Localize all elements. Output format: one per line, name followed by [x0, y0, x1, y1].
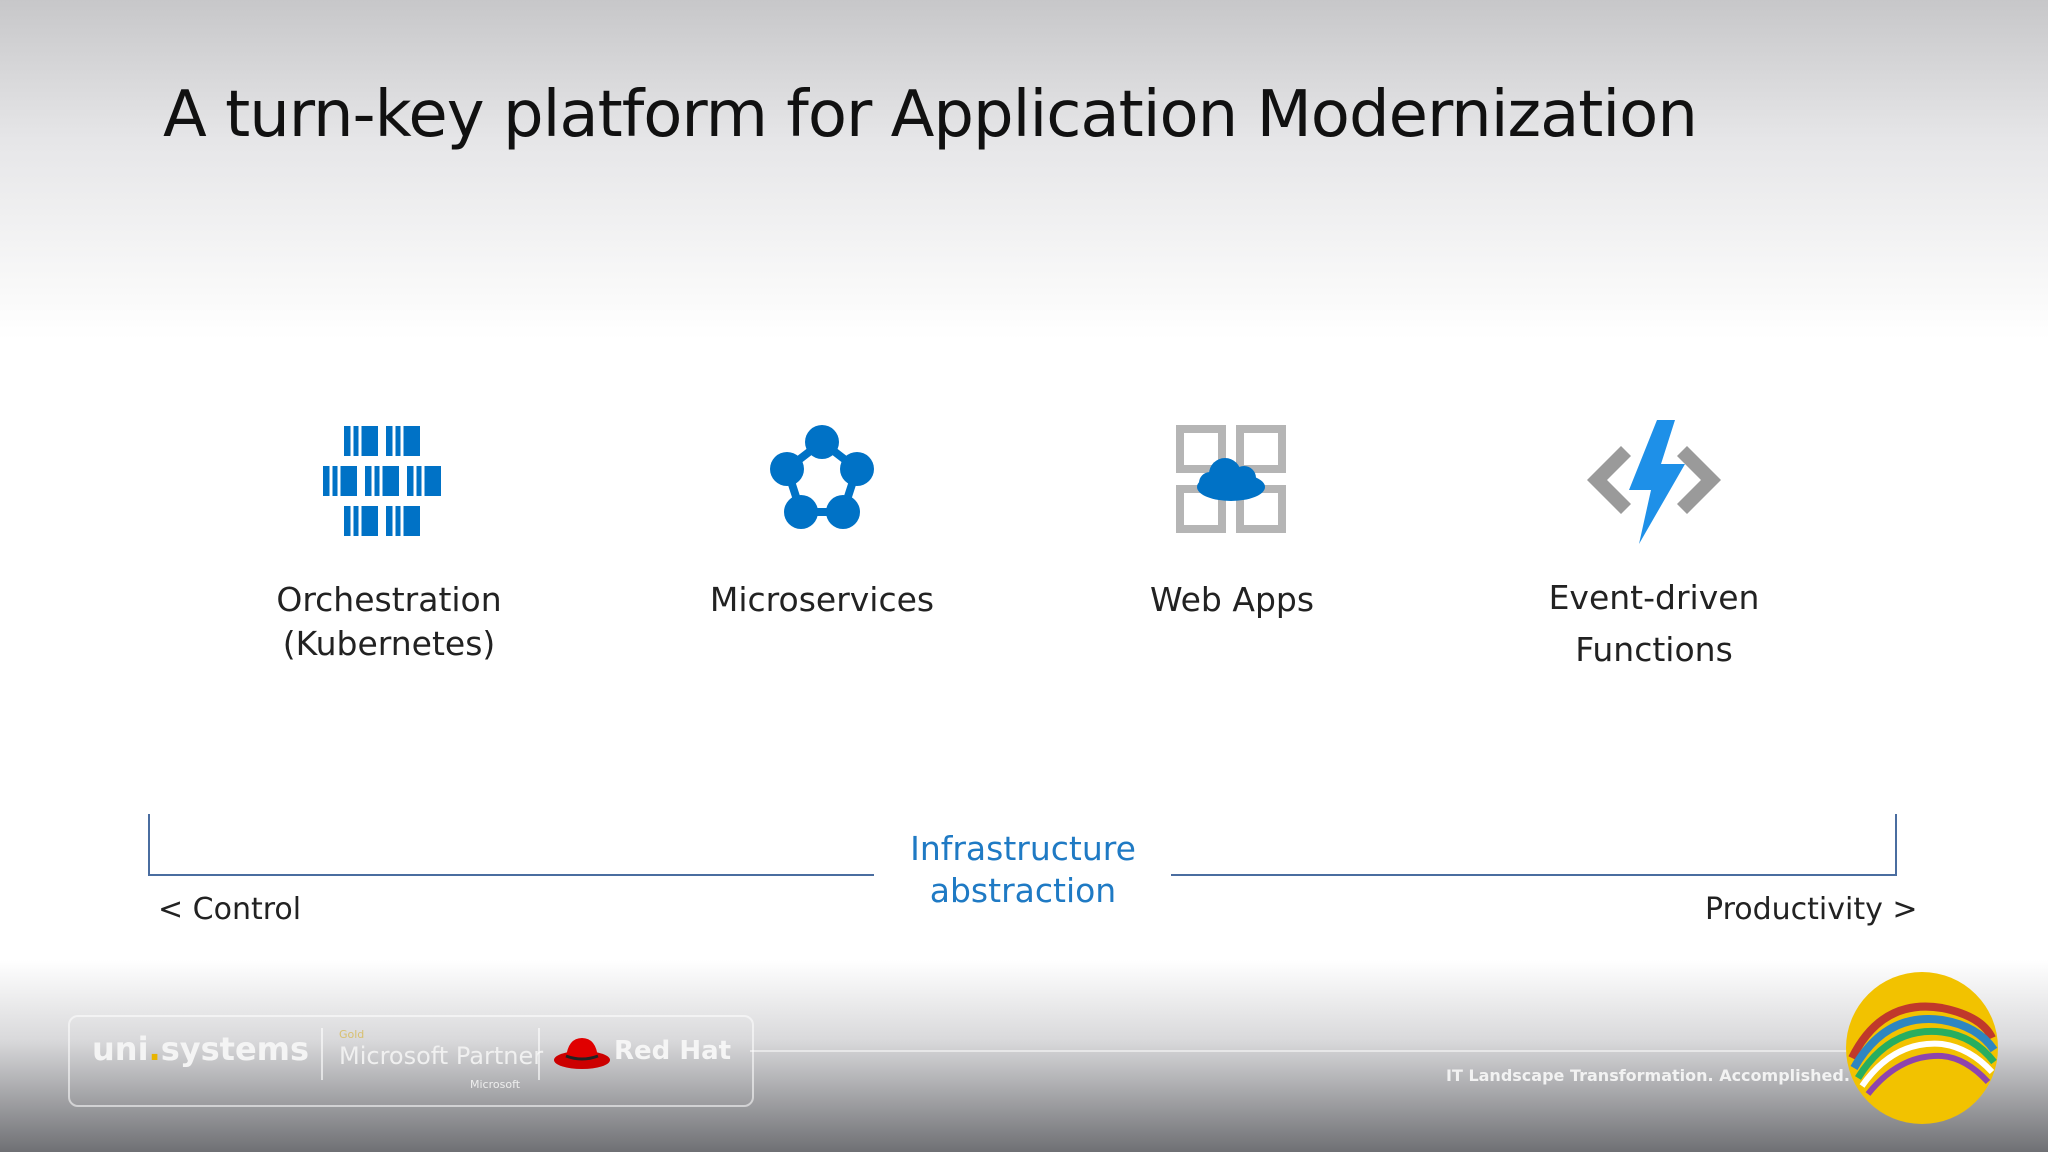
footer-tagline: IT Landscape Transformation. Accomplishe…	[1446, 1066, 1850, 1085]
feature-event-driven-functions: Event-driven Functions	[1474, 412, 1834, 676]
logo-separator	[321, 1028, 323, 1080]
feature-label-line2: Functions	[1575, 630, 1733, 669]
feature-label-line2: (Kubernetes)	[282, 624, 496, 663]
logo-systems-text: systems	[160, 1030, 310, 1068]
redhat-logo-text: Red Hat	[614, 1036, 732, 1066]
axis-label-line2: abstraction	[929, 871, 1117, 910]
feature-label-line1: Event-driven	[1548, 578, 1760, 617]
redhat-hat-icon	[554, 1038, 610, 1069]
axis-left-tick	[148, 814, 150, 876]
brand-swirl-icon	[1846, 972, 1998, 1124]
slide-title: A turn-key platform for Application Mode…	[163, 78, 1698, 152]
feature-orchestration: Orchestration (Kubernetes)	[209, 412, 569, 666]
feature-label-line1: Microservices	[709, 580, 935, 619]
logo-uni-text: uni	[92, 1030, 149, 1068]
functions-lightning-icon	[1569, 412, 1739, 552]
web-app-cloud-icon	[1147, 412, 1317, 552]
axis-right-tick	[1895, 814, 1897, 876]
feature-web-apps: Web Apps	[1052, 412, 1412, 622]
feature-label-line1: Web Apps	[1149, 580, 1315, 619]
unisystems-logo: uni.systems	[92, 1030, 309, 1068]
productivity-label: Productivity >	[1705, 892, 1918, 927]
partner-level: Gold	[339, 1028, 365, 1041]
logo-dot: .	[148, 1030, 161, 1068]
axis-left-line	[148, 874, 874, 876]
feature-microservices: Microservices	[642, 412, 1002, 622]
microsoft-partner-logo: Microsoft Partner	[339, 1042, 544, 1070]
feature-label-line1: Orchestration	[276, 580, 502, 619]
axis-right-line	[1171, 874, 1897, 876]
infrastructure-abstraction-label: Infrastructure abstraction	[893, 828, 1153, 912]
footer-divider-line	[750, 1050, 1880, 1052]
logo-separator	[538, 1028, 540, 1080]
control-label: < Control	[158, 892, 302, 927]
axis-label-line1: Infrastructure	[910, 829, 1136, 868]
microsoft-small-text: Microsoft	[470, 1078, 521, 1091]
kubernetes-containers-icon	[304, 412, 474, 552]
microservices-network-icon	[737, 412, 907, 552]
